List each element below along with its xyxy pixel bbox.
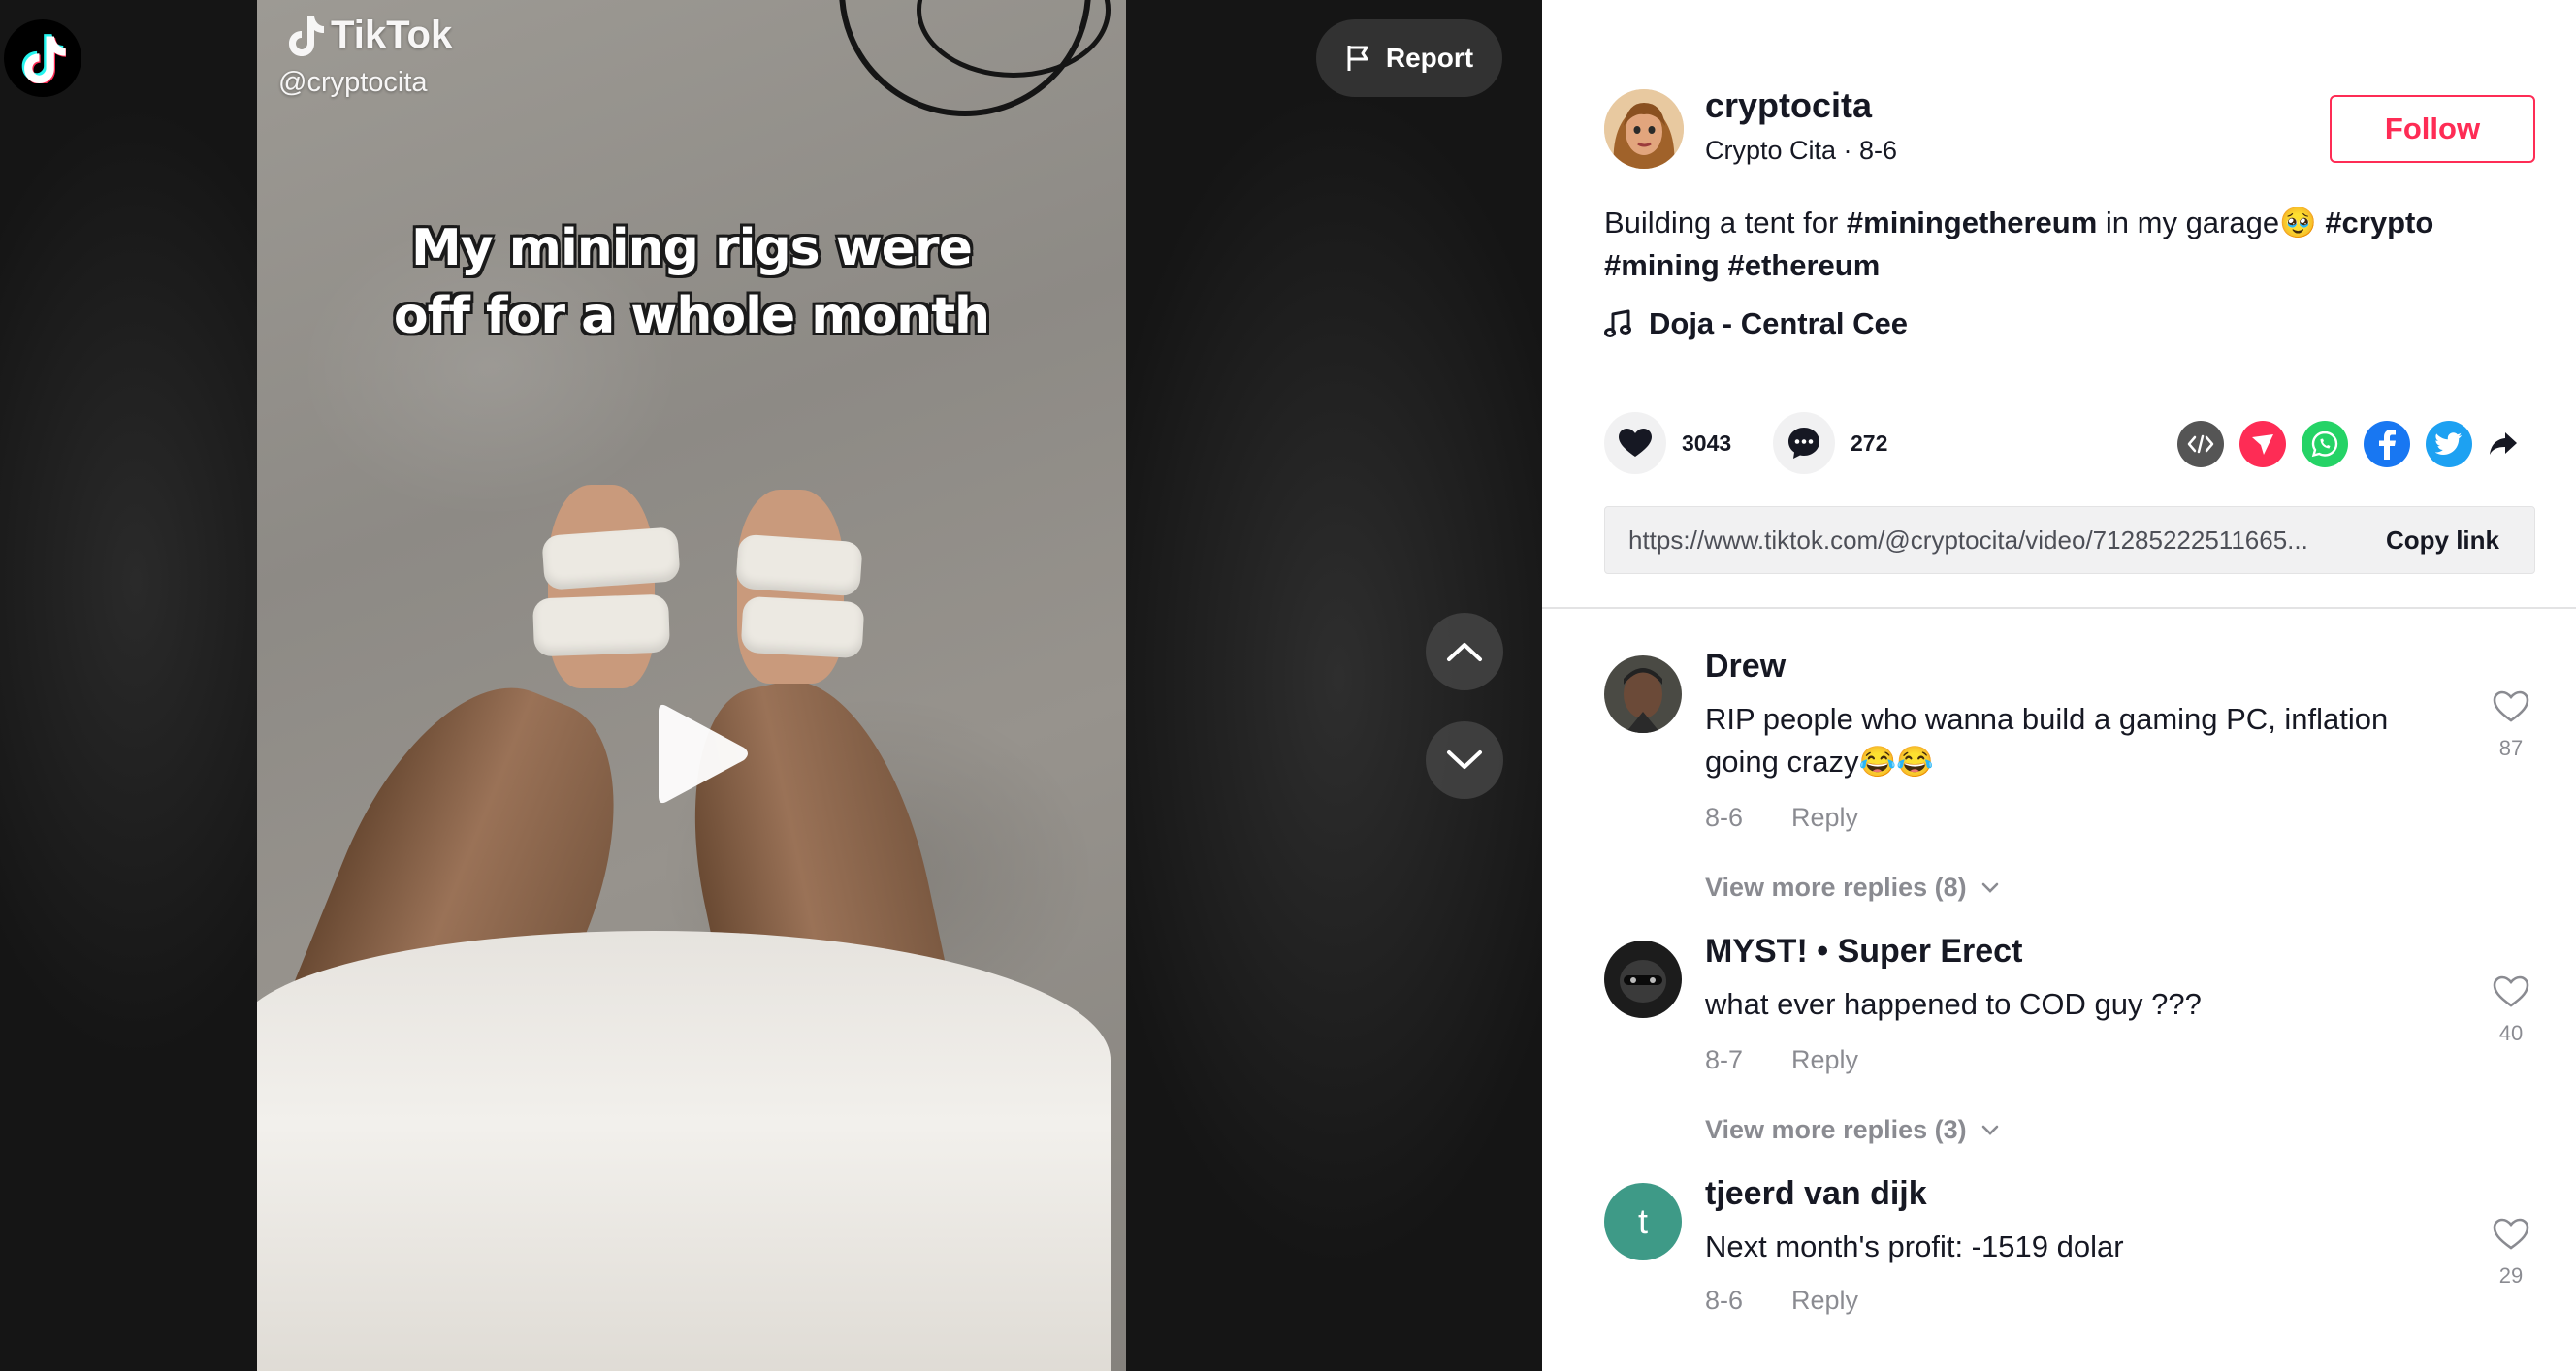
author-meta: Crypto Cita · 8-6: [1705, 136, 1898, 165]
comment-like[interactable]: 29: [2487, 1218, 2535, 1289]
play-icon[interactable]: [655, 698, 752, 810]
flag-icon: [1347, 46, 1368, 71]
reply-button[interactable]: Reply: [1791, 1045, 1858, 1075]
divider: [1542, 607, 2576, 609]
facebook-share-button[interactable]: [2364, 421, 2410, 467]
music-title: Doja - Central Cee: [1649, 306, 1909, 340]
tiktok-logo-button[interactable]: [4, 19, 81, 97]
reply-button[interactable]: Reply: [1791, 803, 1858, 833]
comment-meta: 8-6 Reply: [1705, 803, 1858, 833]
video-link-box: https://www.tiktok.com/@cryptocita/video…: [1604, 506, 2535, 574]
like-action[interactable]: 3043: [1604, 412, 1731, 474]
chevron-up-icon: [1447, 643, 1482, 661]
facebook-icon: [2379, 430, 2396, 460]
video-link-url[interactable]: https://www.tiktok.com/@cryptocita/video…: [1628, 526, 2356, 556]
tiktok-logo-icon: [21, 34, 66, 83]
comment-button[interactable]: [1773, 412, 1835, 474]
watermark-handle: @cryptocita: [278, 67, 428, 98]
share-arrow-icon: [2490, 432, 2517, 455]
author-avatar[interactable]: [1604, 89, 1684, 169]
view-more-replies[interactable]: View more replies (8): [1705, 873, 2000, 903]
more-share-button[interactable]: [2480, 421, 2527, 467]
sandal-strap: [735, 533, 863, 597]
hashtag-link[interactable]: #mining: [1604, 248, 1720, 282]
twitter-share-button[interactable]: [2426, 421, 2472, 467]
heart-outline-icon: [2493, 690, 2529, 722]
music-note-icon: [1604, 309, 1631, 337]
chevron-down-icon: [1447, 750, 1482, 769]
heart-icon: [1619, 429, 1652, 457]
commenter-avatar[interactable]: t: [1604, 1183, 1682, 1260]
watermark-brand: TikTok: [331, 14, 453, 56]
comment-meta: 8-6 Reply: [1705, 1286, 1858, 1316]
video-description: Building a tent for #miningethereum in m…: [1604, 202, 2506, 287]
hashtag-link[interactable]: #crypto: [2325, 206, 2433, 239]
hashtag-link[interactable]: #miningethereum: [1847, 206, 2097, 239]
comment-text: Next month's profit: -1519 dolar: [1705, 1229, 2124, 1263]
follow-button[interactable]: Follow: [2330, 95, 2535, 163]
report-button[interactable]: Report: [1316, 19, 1502, 97]
sandal-strap: [531, 593, 671, 657]
comment-like[interactable]: 40: [2487, 975, 2535, 1046]
next-video-button[interactable]: [1426, 721, 1503, 799]
embed-button[interactable]: [2177, 421, 2224, 467]
comment-date: 8-6: [1705, 1286, 1744, 1315]
sandal-strap: [541, 526, 681, 590]
view-more-replies-label: View more replies (3): [1705, 1115, 1967, 1144]
comment-action[interactable]: 272: [1773, 412, 1887, 474]
side-panel: cryptocita Crypto Cita · 8-6 Follow Buil…: [1542, 0, 2576, 1371]
comment-date: 8-7: [1705, 1045, 1744, 1074]
reply-button[interactable]: Reply: [1791, 1286, 1858, 1316]
avatar-initial: t: [1637, 1201, 1648, 1241]
commenter-avatar[interactable]: [1604, 941, 1682, 1018]
hashtag-link[interactable]: #ethereum: [1727, 248, 1880, 282]
comment-like-count: 29: [2498, 1263, 2524, 1288]
embed-icon: [2187, 434, 2214, 454]
sandal-strap: [740, 595, 865, 659]
chevron-down-icon: [1981, 882, 1998, 893]
chevron-down-icon: [1981, 1125, 1998, 1135]
commenter-avatar[interactable]: [1604, 655, 1682, 733]
description-text: in my garage🥹: [2097, 206, 2326, 239]
music-link[interactable]: Doja - Central Cee: [1604, 306, 1908, 341]
video-frame[interactable]: My mining rigs were off for a whole mont…: [257, 0, 1126, 1371]
description-text: Building a tent for: [1604, 206, 1847, 239]
comment-text: what ever happened to COD guy ???: [1705, 987, 2202, 1021]
author-username[interactable]: cryptocita: [1705, 85, 1872, 126]
comment-like-count: 87: [2498, 736, 2524, 760]
commenter-name[interactable]: Drew: [1705, 648, 1786, 686]
avatar-image: [1604, 941, 1682, 1018]
commenter-name[interactable]: MYST! • Super Erect: [1705, 933, 2022, 971]
like-count: 3043: [1682, 430, 1732, 456]
twitter-icon: [2435, 432, 2462, 455]
view-more-replies-label: View more replies (8): [1705, 873, 1967, 902]
send-icon: [2252, 434, 2273, 455]
comment-like[interactable]: 87: [2487, 690, 2535, 761]
whatsapp-icon: [2311, 430, 2338, 458]
tiktok-watermark: TikTok @cryptocita: [278, 14, 453, 99]
heart-outline-icon: [2493, 1218, 2529, 1250]
commenter-name[interactable]: tjeerd van dijk: [1705, 1175, 1927, 1213]
comment-date: 8-6: [1705, 803, 1744, 832]
comment-meta: 8-7 Reply: [1705, 1045, 1858, 1075]
whatsapp-share-button[interactable]: [2302, 421, 2348, 467]
report-label: Report: [1385, 43, 1474, 73]
comment-count: 272: [1851, 430, 1888, 456]
comment-like-count: 40: [2498, 1021, 2524, 1045]
video-player[interactable]: My mining rigs were off for a whole mont…: [0, 0, 1542, 1371]
video-caption-line: My mining rigs were: [411, 219, 973, 277]
avatar-image: [1604, 655, 1682, 733]
like-button[interactable]: [1604, 412, 1666, 474]
video-caption-line: off for a whole month: [393, 287, 990, 345]
send-to-friends-button[interactable]: [2239, 421, 2286, 467]
avatar-image: [1604, 89, 1684, 169]
copy-link-button[interactable]: Copy link: [2386, 526, 2499, 556]
view-more-replies[interactable]: View more replies (3): [1705, 1115, 2000, 1145]
tiktok-note-icon: [289, 16, 324, 56]
comment-text: RIP people who wanna build a gaming PC, …: [1705, 702, 2389, 779]
previous-video-button[interactable]: [1426, 613, 1503, 690]
comment-bubble-icon: [1788, 428, 1819, 459]
heart-outline-icon: [2493, 975, 2529, 1007]
white-dress: [257, 931, 1111, 1371]
